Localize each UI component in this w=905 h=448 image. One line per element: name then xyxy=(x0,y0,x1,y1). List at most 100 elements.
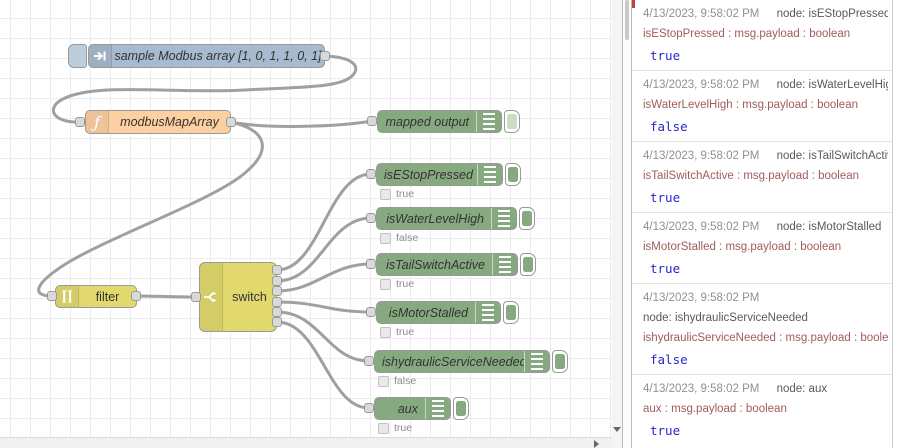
debug-node-isEStopPressed[interactable]: isEStopPressed xyxy=(376,163,521,186)
node-label: mapped output xyxy=(385,114,469,129)
status-dot xyxy=(380,278,391,290)
debug-message[interactable]: 4/13/2023, 9:58:02 PM node: isWaterLevel… xyxy=(632,71,892,142)
horizontal-scrollbar[interactable] xyxy=(0,437,612,448)
function-input-port[interactable] xyxy=(75,117,85,127)
switch-output-port-2[interactable] xyxy=(272,276,282,286)
debug-message[interactable]: 4/13/2023, 9:58:02 PM node: isEStopPress… xyxy=(632,0,892,71)
node-label: ishydraulicServiceNeeded xyxy=(382,354,524,369)
debug-input-port[interactable] xyxy=(366,259,376,269)
node-status: true xyxy=(380,188,414,200)
message-timestamp: 4/13/2023, 9:58:02 PM xyxy=(643,292,760,304)
debug-toggle-button[interactable] xyxy=(453,397,469,420)
message-meta: isEStopPressed : msg.payload : boolean xyxy=(643,28,851,40)
message-meta: ishydraulicServiceNeeded : msg.payload :… xyxy=(643,332,888,344)
filter-input-port[interactable] xyxy=(47,291,57,301)
node-status: false xyxy=(380,232,418,244)
debug-input-port[interactable] xyxy=(367,116,377,126)
message-node: node: ishydraulicServiceNeeded xyxy=(643,312,808,324)
debug-icon xyxy=(491,208,516,229)
debug-message[interactable]: 4/13/2023, 9:58:02 PM node: isMotorStall… xyxy=(632,213,892,284)
message-timestamp: 4/13/2023, 9:58:02 PM xyxy=(643,8,760,20)
vertical-scrollbar[interactable] xyxy=(612,0,622,448)
status-dot xyxy=(380,188,391,200)
debug-node-ishydraulicServiceNeeded[interactable]: ishydraulicServiceNeeded xyxy=(374,350,568,373)
switch-output-port-3[interactable] xyxy=(272,286,282,296)
status-text: false xyxy=(394,375,417,387)
flow-canvas: sample Modbus array [1, 0, 1, 1, 0, 1] ƒ… xyxy=(0,0,622,448)
debug-toggle-button[interactable] xyxy=(505,163,521,186)
debug-node-isMotorStalled[interactable]: isMotorStalled xyxy=(376,301,519,324)
debug-toggle-button[interactable] xyxy=(552,350,568,373)
debug-toggle-button[interactable] xyxy=(504,110,520,133)
debug-node-mapped-output[interactable]: mapped output xyxy=(377,110,520,133)
switch-output-port-4[interactable] xyxy=(272,297,282,307)
node-label: sample Modbus array [1, 0, 1, 1, 0, 1] xyxy=(114,49,322,63)
switch-output-port-5[interactable] xyxy=(272,307,282,317)
debug-toggle-button[interactable] xyxy=(503,301,519,324)
filter-icon: ∏ xyxy=(56,286,79,307)
function-output-port[interactable] xyxy=(226,117,236,127)
status-text: true xyxy=(394,422,413,434)
filter-output-port[interactable] xyxy=(131,291,141,301)
message-value: true xyxy=(650,261,681,276)
switch-output-port-1[interactable] xyxy=(272,265,282,275)
status-dot xyxy=(380,326,391,338)
debug-node-aux[interactable]: aux xyxy=(374,397,469,420)
splitter-thumb[interactable] xyxy=(625,0,629,40)
node-label: switch xyxy=(232,290,267,304)
debug-icon xyxy=(476,111,501,132)
message-meta: isMotorStalled : msg.payload : boolean xyxy=(643,241,842,253)
status-text: true xyxy=(396,326,415,338)
switch-output-port-6[interactable] xyxy=(272,317,282,327)
node-label: isEStopPressed xyxy=(384,167,473,182)
inject-button[interactable] xyxy=(68,44,87,68)
debug-input-port[interactable] xyxy=(366,169,376,179)
node-red-editor: sample Modbus array [1, 0, 1, 1, 0, 1] ƒ… xyxy=(0,0,905,448)
debug-node-isWaterLevelHigh[interactable]: isWaterLevelHigh xyxy=(376,207,535,230)
status-dot xyxy=(378,422,389,434)
function-icon: ƒ xyxy=(86,111,109,133)
node-label: filter xyxy=(95,289,120,304)
message-value: true xyxy=(650,423,681,438)
message-node: node: isTailSwitchActive xyxy=(776,150,888,162)
status-text: true xyxy=(396,188,415,200)
debug-input-port[interactable] xyxy=(364,403,374,413)
debug-icon xyxy=(425,398,450,419)
filter-node[interactable]: ∏ filter xyxy=(55,285,137,308)
message-node: node: isWaterLevelHigh xyxy=(776,79,888,91)
switch-node[interactable]: switch xyxy=(199,262,277,332)
status-dot xyxy=(380,232,391,244)
debug-message[interactable]: 4/13/2023, 9:58:02 PM node: isTailSwitch… xyxy=(632,142,892,213)
scroll-right-icon[interactable] xyxy=(594,440,599,448)
message-meta: aux : msg.payload : boolean xyxy=(643,403,787,415)
node-label: isWaterLevelHigh xyxy=(386,211,484,226)
debug-input-port[interactable] xyxy=(364,356,374,366)
status-dot xyxy=(378,375,389,387)
debug-input-port[interactable] xyxy=(366,213,376,223)
debug-toggle-button[interactable] xyxy=(519,207,535,230)
inject-node[interactable]: sample Modbus array [1, 0, 1, 1, 0, 1] xyxy=(88,44,325,68)
debug-message[interactable]: 4/13/2023, 9:58:02 PM node: ishydraulicS… xyxy=(632,284,892,375)
debug-node-isTailSwitchActive[interactable]: isTailSwitchActive xyxy=(376,253,536,276)
node-status: true xyxy=(380,326,414,338)
switch-input-port[interactable] xyxy=(191,292,201,302)
inject-output-port[interactable] xyxy=(320,51,330,61)
status-text: true xyxy=(396,278,415,290)
debug-input-port[interactable] xyxy=(366,307,376,317)
scroll-down-icon[interactable] xyxy=(613,427,621,432)
node-status: true xyxy=(380,278,414,290)
debug-toggle-button[interactable] xyxy=(520,253,536,276)
inject-icon xyxy=(89,45,112,67)
sidebar-splitter[interactable] xyxy=(622,0,632,448)
node-label: isTailSwitchActive xyxy=(386,257,485,272)
debug-icon xyxy=(477,164,502,185)
message-value: false xyxy=(650,119,688,134)
switch-icon xyxy=(200,263,223,331)
debug-icon xyxy=(475,302,500,323)
debug-icon xyxy=(524,351,549,372)
node-status: false xyxy=(378,375,416,387)
debug-message[interactable]: 4/13/2023, 9:58:02 PM node: aux aux : ms… xyxy=(632,375,892,445)
message-value: true xyxy=(650,190,681,205)
function-node[interactable]: ƒ modbusMapArray xyxy=(85,110,231,134)
message-timestamp: 4/13/2023, 9:58:02 PM xyxy=(643,79,760,91)
